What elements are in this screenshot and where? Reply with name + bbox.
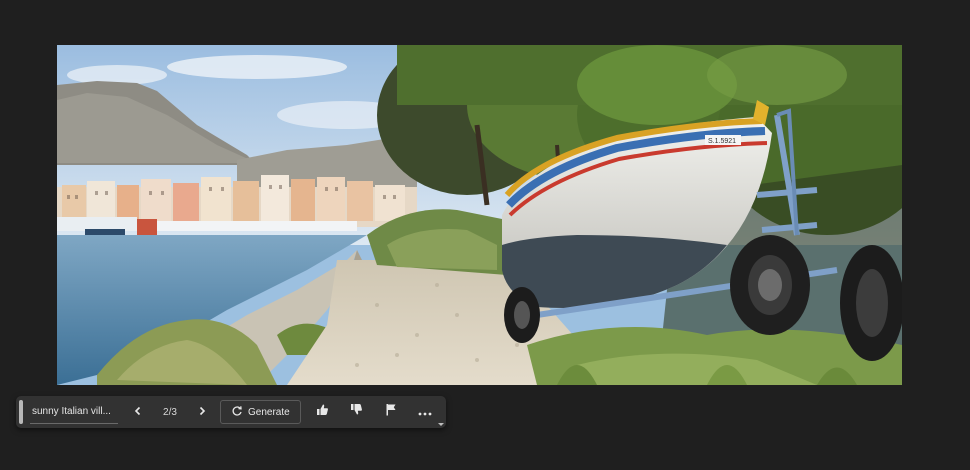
next-button[interactable]: [190, 400, 214, 424]
more-button[interactable]: [413, 400, 437, 424]
prompt-text: sunny Italian vill...: [32, 406, 111, 417]
harbor-boat-scene: S.1.5921: [57, 45, 902, 385]
chevron-right-icon: [197, 403, 207, 421]
generated-image[interactable]: S.1.5921: [57, 45, 902, 385]
prompt-field[interactable]: sunny Italian vill...: [30, 400, 118, 424]
more-icon: [418, 403, 432, 421]
contextual-taskbar: sunny Italian vill... 2/3 Generate: [16, 396, 446, 428]
boat-registration: S.1.5921: [708, 138, 736, 145]
thumbs-down-button[interactable]: [345, 400, 369, 424]
thumbs-up-button[interactable]: [311, 400, 335, 424]
flag-button[interactable]: [379, 400, 403, 424]
thumbs-down-icon: [350, 403, 363, 421]
thumbs-up-icon: [316, 403, 329, 421]
chevron-left-icon: [133, 403, 143, 421]
resize-corner-icon: [438, 423, 444, 426]
page-counter: 2/3: [163, 406, 177, 418]
generate-button[interactable]: Generate: [220, 400, 301, 424]
generate-label: Generate: [248, 406, 290, 418]
refresh-icon: [231, 405, 243, 420]
previous-button[interactable]: [126, 400, 150, 424]
flag-icon: [385, 403, 397, 421]
drag-handle[interactable]: [19, 400, 23, 424]
